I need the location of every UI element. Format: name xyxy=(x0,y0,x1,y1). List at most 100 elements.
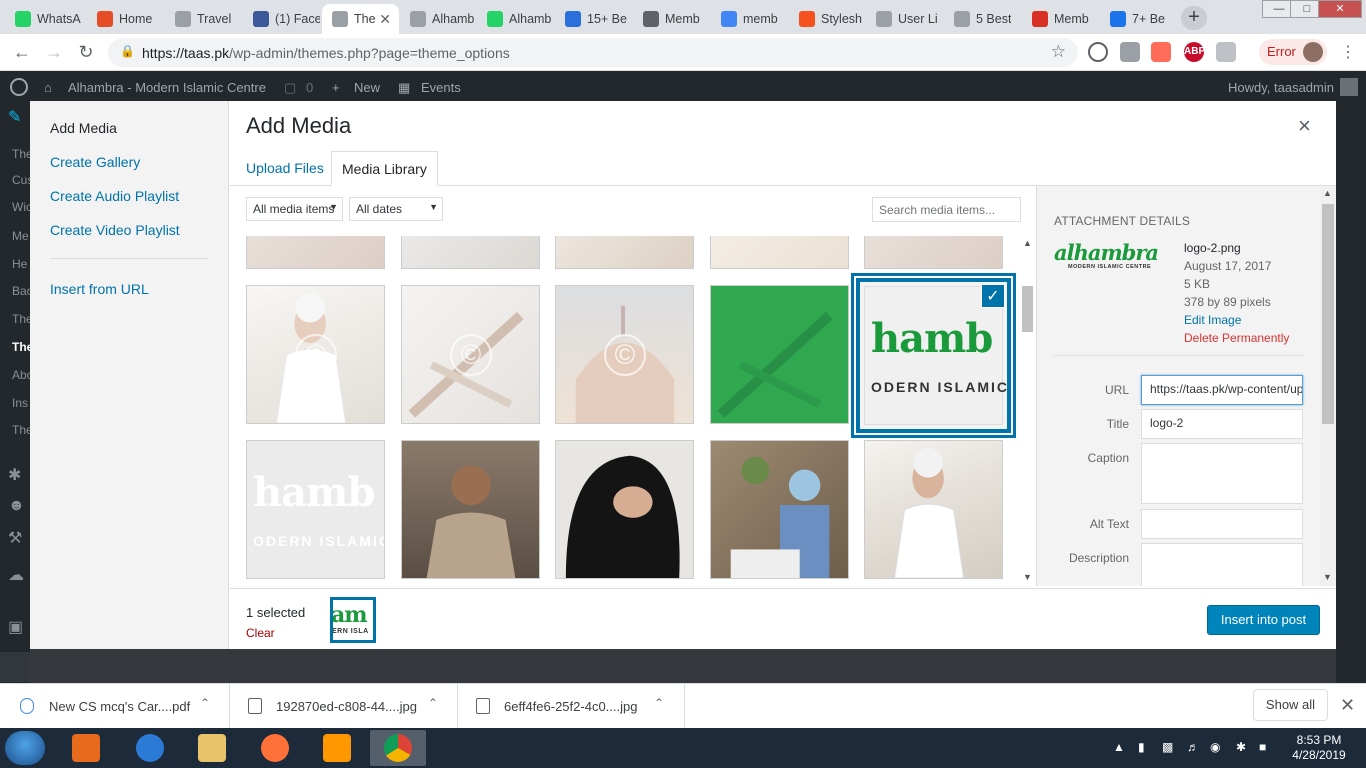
wordpress-logo-icon[interactable] xyxy=(10,78,28,96)
menu-add-media[interactable]: Add Media xyxy=(50,120,117,136)
attachment-thumb[interactable] xyxy=(864,236,1003,269)
browser-tab[interactable]: 15+ Be xyxy=(555,4,632,34)
bookmark-star-icon[interactable]: ☆ xyxy=(1051,42,1066,62)
browser-tab[interactable]: 5 Best xyxy=(944,4,1021,34)
comments-menu-icon[interactable]: ☁ xyxy=(8,565,24,585)
menu-create-audio-playlist[interactable]: Create Audio Playlist xyxy=(50,188,179,204)
selected-attachment-thumb[interactable]: am ERN ISLA xyxy=(330,597,376,643)
user-avatar[interactable] xyxy=(1340,78,1358,96)
download-item[interactable]: 192870ed-c808-44....jpg ⌃ xyxy=(230,684,458,729)
forward-icon[interactable]: → xyxy=(42,40,66,64)
title-field[interactable]: logo-2 xyxy=(1141,409,1303,439)
tray-up-arrow-icon[interactable]: ▲ xyxy=(1113,740,1125,754)
admin-menu-item[interactable]: The xyxy=(12,312,30,326)
shield-extension-icon[interactable] xyxy=(1216,42,1236,62)
browser-tab[interactable]: Alhamb xyxy=(477,4,554,34)
browser-tab[interactable]: Alhamb xyxy=(400,4,477,34)
browser-tab[interactable]: The ✕ xyxy=(322,4,399,34)
insert-into-post-button[interactable]: Insert into post xyxy=(1207,605,1320,635)
new-content-link[interactable]: New xyxy=(354,80,380,95)
attachment-thumb[interactable]: © xyxy=(246,285,385,424)
description-field[interactable] xyxy=(1141,543,1303,586)
close-icon[interactable]: ✕ xyxy=(1340,695,1355,716)
admin-menu-item[interactable]: The xyxy=(12,423,30,437)
url-field[interactable]: https://taas.pk/wp-content/uploads/2017/… xyxy=(1141,375,1303,405)
admin-menu-item[interactable]: Me xyxy=(12,229,30,243)
browser-tab[interactable]: Memb xyxy=(1022,4,1099,34)
delete-permanently-link[interactable]: Delete Permanently xyxy=(1184,329,1289,347)
attachment-thumb[interactable] xyxy=(401,236,540,269)
admin-menu-item[interactable]: Wic xyxy=(12,200,30,214)
admin-menu-item[interactable]: Bac xyxy=(12,284,30,298)
attachment-thumb[interactable] xyxy=(710,440,849,579)
menu-create-video-playlist[interactable]: Create Video Playlist xyxy=(50,222,180,238)
scroll-down-icon[interactable]: ▼ xyxy=(1023,572,1032,582)
scroll-up-icon[interactable]: ▲ xyxy=(1323,188,1332,198)
action-center-icon[interactable]: ■ xyxy=(1259,740,1266,754)
caption-field[interactable] xyxy=(1141,443,1303,504)
admin-menu-item[interactable]: He xyxy=(12,257,30,271)
users-icon[interactable]: ☻ xyxy=(8,497,25,515)
attachment-thumb[interactable]: hamb ODERN ISLAMIC xyxy=(246,440,385,579)
scroll-up-icon[interactable]: ▲ xyxy=(1023,238,1032,248)
download-item[interactable]: 6eff4fe6-25f2-4c0....jpg ⌃ xyxy=(458,684,685,729)
attachment-thumb[interactable]: © xyxy=(555,285,694,424)
attachment-thumb[interactable]: © xyxy=(401,285,540,424)
settings-icon[interactable]: ▣ xyxy=(8,617,23,637)
sidebar-scrollbar-thumb[interactable] xyxy=(1322,204,1334,424)
browser-tab[interactable]: (1) Face xyxy=(243,4,320,34)
system-clock[interactable]: 8:53 PM 4/28/2019 xyxy=(1283,733,1355,763)
close-tab-icon[interactable]: ✕ xyxy=(379,11,391,28)
adblock-plus-icon[interactable]: ABP xyxy=(1184,42,1205,62)
show-all-downloads-button[interactable]: Show all xyxy=(1253,689,1328,721)
tools-icon[interactable]: ⚒ xyxy=(8,528,22,548)
browser-tab[interactable]: Travel xyxy=(165,4,242,34)
taskbar-firefox[interactable] xyxy=(247,730,303,766)
bluetooth-icon[interactable]: ✱ xyxy=(1236,740,1246,754)
profile-error-button[interactable]: Error xyxy=(1259,39,1327,65)
checkmark-icon[interactable]: ✓ xyxy=(981,284,1005,308)
chrome-tray-icon[interactable]: ◉ xyxy=(1210,740,1220,754)
attachment-thumb[interactable] xyxy=(555,236,694,269)
volume-icon[interactable]: ♬ xyxy=(1187,740,1199,754)
howdy-user[interactable]: Howdy, taasadmin xyxy=(1228,80,1334,95)
taskbar-sublime[interactable] xyxy=(309,730,365,766)
browser-tab[interactable]: Home xyxy=(87,4,164,34)
edit-image-link[interactable]: Edit Image xyxy=(1184,311,1289,329)
alt-text-field[interactable] xyxy=(1141,509,1303,539)
tab-upload-files[interactable]: Upload Files xyxy=(236,151,334,186)
vpn-extension-icon[interactable] xyxy=(1088,42,1108,62)
grid-scrollbar-thumb[interactable] xyxy=(1022,286,1033,332)
admin-menu-item[interactable]: The xyxy=(12,147,30,161)
sidebar-scrollbar[interactable]: ▲ ▼ xyxy=(1320,186,1336,586)
address-bar[interactable]: 🔒 https://taas.pk/wp-admin/themes.php?pa… xyxy=(108,38,1078,67)
admin-menu-item[interactable]: The xyxy=(12,340,30,354)
clear-selection-link[interactable]: Clear xyxy=(246,626,275,640)
events-link[interactable]: Events xyxy=(421,80,461,95)
attachment-thumb[interactable] xyxy=(710,285,849,424)
admin-menu-item[interactable]: Abc xyxy=(12,368,30,382)
taskbar-chrome[interactable] xyxy=(370,730,426,766)
grid-scrollbar[interactable]: ▲ ▼ xyxy=(1020,236,1036,586)
media-type-filter[interactable]: All media items ▼ xyxy=(246,197,343,221)
new-tab-button[interactable]: + xyxy=(1181,6,1207,30)
browser-tab[interactable]: User Li xyxy=(866,4,943,34)
browser-tab[interactable]: Memb xyxy=(633,4,710,34)
back-icon[interactable]: ← xyxy=(10,40,34,64)
browser-tab[interactable]: memb xyxy=(711,4,788,34)
media-date-filter[interactable]: All dates ▼ xyxy=(349,197,443,221)
attachment-thumb[interactable] xyxy=(864,440,1003,579)
window-close-button[interactable]: ✕ xyxy=(1318,0,1362,18)
network-icon[interactable]: ▩ xyxy=(1162,740,1173,754)
attachment-thumb[interactable] xyxy=(555,440,694,579)
browser-tab[interactable]: Stylesh xyxy=(789,4,866,34)
chevron-up-icon[interactable]: ⌃ xyxy=(200,696,210,710)
tab-media-library[interactable]: Media Library xyxy=(331,151,438,186)
search-media-input[interactable]: Search media items... xyxy=(872,197,1021,222)
chrome-menu-icon[interactable]: ⋮ xyxy=(1340,42,1356,62)
url-text[interactable]: https://taas.pk/wp-admin/themes.php?page… xyxy=(142,45,510,61)
attachment-thumb[interactable] xyxy=(246,236,385,269)
comments-count[interactable]: 0 xyxy=(306,80,313,95)
camera-extension-icon[interactable] xyxy=(1120,42,1140,62)
plugins-icon[interactable]: ✱ xyxy=(8,465,21,485)
